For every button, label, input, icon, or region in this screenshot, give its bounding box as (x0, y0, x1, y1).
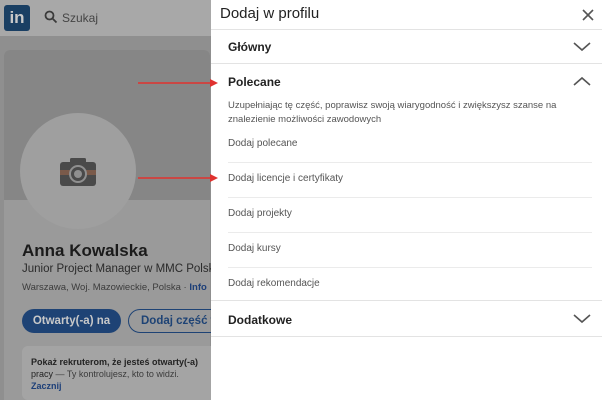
add-courses-item[interactable]: Dodaj kursy (228, 233, 592, 268)
chevron-up-icon[interactable] (573, 76, 591, 86)
linkedin-logo[interactable]: in (4, 5, 30, 31)
section-recommended-title[interactable]: Polecane (228, 75, 281, 89)
contact-info-link[interactable]: Info (189, 282, 206, 293)
section-additional[interactable]: Dodatkowe (211, 301, 602, 337)
add-projects-label: Dodaj projekty (228, 208, 292, 219)
search-icon (44, 10, 58, 24)
add-courses-label: Dodaj kursy (228, 243, 281, 254)
add-recommendations-item[interactable]: Dodaj rekomendacje (228, 268, 592, 303)
add-licenses-label: Dodaj licencje i certyfikaty (228, 173, 344, 184)
open-to-work-title: Pokaż rekruterom, że jesteś otwarty(-a) (31, 357, 199, 367)
profile-name: Anna Kowalska (22, 241, 148, 260)
section-additional-title: Dodatkowe (228, 313, 293, 327)
add-projects-item[interactable]: Dodaj projekty (228, 198, 592, 233)
section-main[interactable]: Główny (211, 30, 602, 64)
modal-title: Dodaj w profilu (220, 5, 320, 22)
open-to-button[interactable]: Otwarty(-a) na (22, 309, 121, 333)
add-licenses-item[interactable]: Dodaj licencje i certyfikaty (228, 163, 592, 198)
open-to-work-text-b: — Ty kontrolujesz, kto to widzi. (53, 369, 179, 379)
add-recommendations-label: Dodaj rekomendacje (228, 278, 320, 289)
open-to-work-text: Pokaż rekruterom, że jesteś otwarty(-a) p… (31, 356, 211, 380)
search-input[interactable]: Szukaj (62, 11, 98, 25)
profile-headline: Junior Project Manager w MMC Polsk (22, 263, 215, 275)
modal-header: Dodaj w profilu (211, 0, 602, 30)
close-icon[interactable] (581, 8, 595, 22)
camera-icon (60, 158, 96, 186)
annotation-arrow-icon (138, 174, 218, 182)
add-featured-label: Dodaj polecane (228, 138, 298, 149)
add-featured-item[interactable]: Dodaj polecane (228, 128, 592, 163)
annotation-arrow-icon (138, 79, 218, 87)
chevron-down-icon[interactable] (573, 314, 591, 324)
chevron-down-icon[interactable] (573, 42, 591, 52)
location-text: Warszawa, Woj. Mazowieckie, Polska (22, 282, 181, 293)
section-recommended-description: Uzupełniając tę część, poprawisz swoją w… (228, 100, 557, 125)
get-started-link[interactable]: Zacznij (31, 381, 62, 391)
profile-location: Warszawa, Woj. Mazowieckie, Polska · Inf… (22, 282, 207, 293)
section-main-title: Główny (228, 40, 272, 54)
add-to-profile-modal: Dodaj w profilu Główny Polecane Uzupełni… (211, 0, 602, 400)
open-to-work-text-a: pracy (31, 369, 54, 379)
